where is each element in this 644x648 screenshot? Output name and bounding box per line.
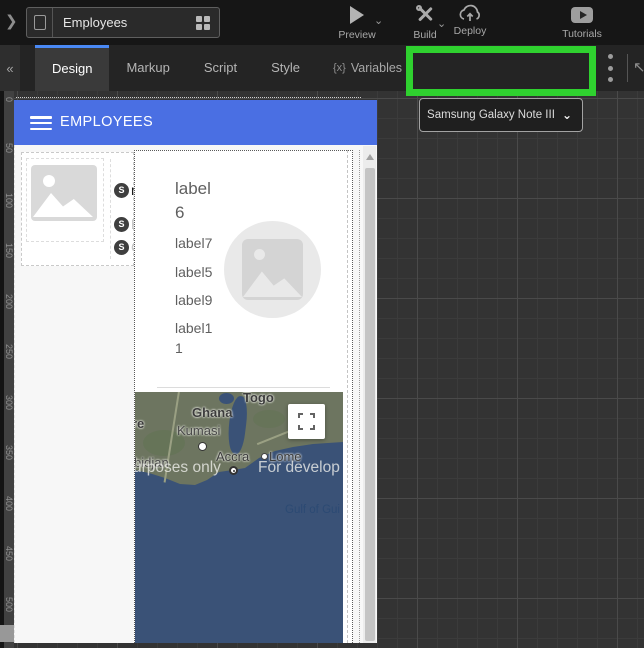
tab-script[interactable]: Script bbox=[187, 45, 254, 91]
avatar-image-placeholder[interactable] bbox=[224, 221, 321, 318]
tutorials-button[interactable]: Tutorials bbox=[556, 4, 608, 40]
map-fullscreen-button[interactable] bbox=[288, 404, 325, 439]
fullscreen-icon bbox=[298, 413, 315, 430]
label-widget[interactable]: label1 bbox=[175, 320, 212, 336]
vertical-ruler: 0 50 100 150 200 250 300 350 400 450 500 bbox=[0, 91, 14, 648]
tab-markup[interactable]: Markup bbox=[109, 45, 186, 91]
phone-body: S n S D S C label 6 label7 bbox=[14, 145, 377, 643]
data-binding-icon: S bbox=[114, 217, 129, 232]
device-selector[interactable]: Samsung Galaxy Note III ⌄ bbox=[419, 98, 583, 132]
map-watermark: urposes only bbox=[135, 459, 221, 477]
page-icon bbox=[27, 8, 53, 37]
image-placeholder-icon bbox=[242, 239, 303, 300]
map-watermark: For develop bbox=[258, 459, 340, 477]
app-header-title: EMPLOYEES bbox=[60, 114, 153, 130]
map-city-marker bbox=[198, 442, 207, 451]
image-widget[interactable] bbox=[26, 158, 104, 242]
play-icon bbox=[350, 6, 364, 24]
column-divider bbox=[110, 159, 111, 259]
tab-design[interactable]: Design bbox=[35, 45, 109, 91]
app-header-widget[interactable]: EMPLOYEES bbox=[14, 100, 377, 145]
map-label-gulf-of-guinea: Gulf of Gui bbox=[285, 504, 340, 516]
image-placeholder-icon bbox=[31, 165, 97, 221]
device-selector-chevron-icon: ⌄ bbox=[562, 108, 572, 122]
ruler-corner-block bbox=[0, 625, 14, 642]
selection-guide bbox=[359, 150, 360, 643]
design-canvas[interactable]: 0 50 100 150 200 250 300 350 400 450 500… bbox=[0, 91, 644, 648]
collapse-panel-button[interactable]: « bbox=[0, 45, 20, 91]
scroll-up-arrow-icon[interactable] bbox=[366, 154, 374, 160]
undo-arrow-icon[interactable]: ↖ bbox=[633, 58, 644, 76]
map-lake-volta bbox=[219, 393, 234, 404]
map-city-marker bbox=[229, 466, 238, 475]
hamburger-menu-icon[interactable] bbox=[30, 116, 52, 130]
selection-guide bbox=[347, 150, 348, 643]
list-item-widget[interactable]: S n S D S C bbox=[21, 152, 134, 266]
scrollbar-thumb[interactable] bbox=[365, 168, 375, 641]
label-widget[interactable]: label bbox=[175, 179, 211, 199]
toolbar-divider bbox=[627, 54, 628, 82]
data-binding-icon: S bbox=[114, 183, 129, 198]
deploy-button[interactable]: Deploy bbox=[445, 4, 495, 37]
google-map-widget[interactable]: Togo Ghana re Kumasi Accra Lome bidjan u… bbox=[135, 392, 343, 643]
map-terrain-patch bbox=[253, 410, 285, 428]
phone-scrollbar[interactable] bbox=[363, 146, 376, 643]
page-tab-label: Employees bbox=[53, 15, 196, 30]
map-label-ghana: Ghana bbox=[192, 405, 232, 420]
label-widget[interactable]: 6 bbox=[175, 203, 184, 223]
more-options-kebab-icon[interactable] bbox=[604, 54, 616, 82]
tab-style[interactable]: Style bbox=[254, 45, 317, 91]
variables-chevron-icon: ⌄ bbox=[407, 63, 415, 74]
phone-screen-mockup[interactable]: EMPLOYEES S n S bbox=[14, 100, 377, 643]
editor-tabs: Design Markup Script Style bbox=[35, 45, 317, 91]
video-tutorials-icon bbox=[571, 7, 593, 23]
app-builder-window: ❯ Employees Preview ⌄ Build ⌄ Deploy Tut… bbox=[0, 0, 644, 648]
label-widget[interactable]: label7 bbox=[175, 235, 212, 251]
map-label-partial: re bbox=[135, 416, 144, 431]
build-tools-icon bbox=[415, 4, 435, 24]
data-binding-icon: S bbox=[114, 240, 129, 255]
top-toolbar: ❯ Employees Preview ⌄ Build ⌄ Deploy Tut… bbox=[0, 0, 644, 45]
variables-icon: {x} bbox=[333, 62, 346, 74]
editor-tab-bar: « Design Markup Script Style {x} Variabl… bbox=[0, 45, 644, 91]
page-tab-employees[interactable]: Employees bbox=[26, 7, 220, 38]
panel-divider bbox=[157, 387, 330, 388]
detail-panel-widget[interactable]: label 6 label7 label5 label9 label1 1 bbox=[134, 150, 353, 643]
label-widget[interactable]: 1 bbox=[175, 340, 183, 356]
expand-chevron-icon[interactable]: ❯ bbox=[5, 12, 18, 30]
variables-label: Variables bbox=[351, 61, 402, 75]
label-widget[interactable]: label9 bbox=[175, 292, 212, 308]
cloud-upload-icon bbox=[458, 4, 482, 24]
label-widget[interactable]: label5 bbox=[175, 264, 212, 280]
device-selector-value: Samsung Galaxy Note III bbox=[420, 109, 562, 121]
preview-dropdown-chevron-icon[interactable]: ⌄ bbox=[374, 14, 383, 27]
grid-view-icon[interactable] bbox=[196, 16, 210, 30]
map-label-togo: Togo bbox=[243, 392, 274, 405]
map-label-kumasi: Kumasi bbox=[177, 423, 220, 438]
variables-dropdown[interactable]: {x} Variables ⌄ bbox=[333, 45, 415, 91]
